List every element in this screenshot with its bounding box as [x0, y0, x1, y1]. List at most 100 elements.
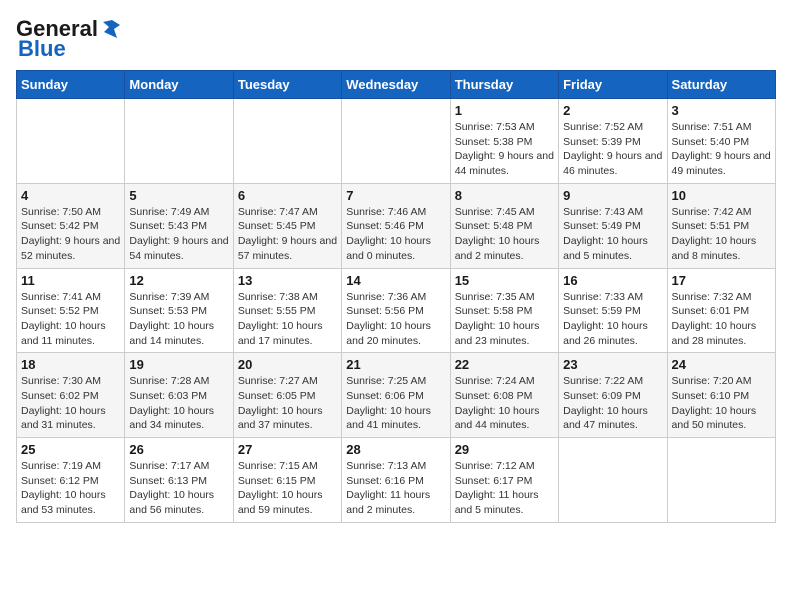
- day-cell: 3Sunrise: 7:51 AM Sunset: 5:40 PM Daylig…: [667, 99, 775, 184]
- day-number: 5: [129, 188, 228, 203]
- day-info: Sunrise: 7:33 AM Sunset: 5:59 PM Dayligh…: [563, 290, 662, 349]
- weekday-friday: Friday: [559, 71, 667, 99]
- day-info: Sunrise: 7:19 AM Sunset: 6:12 PM Dayligh…: [21, 459, 120, 518]
- day-number: 19: [129, 357, 228, 372]
- day-number: 1: [455, 103, 554, 118]
- day-number: 4: [21, 188, 120, 203]
- day-cell: 11 Sunrise: 7:41 AM Sunset: 5:52 PM Dayli…: [17, 268, 125, 353]
- day-cell: 19 Sunrise: 7:28 AM Sunset: 6:03 PM Dayli…: [125, 353, 233, 438]
- day-number: 12: [129, 273, 228, 288]
- day-number: 26: [129, 442, 228, 457]
- day-cell: 29Sunrise: 7:12 AM Sunset: 6:17 PM Dayli…: [450, 438, 558, 523]
- day-cell: 26Sunrise: 7:17 AM Sunset: 6:13 PM Dayli…: [125, 438, 233, 523]
- logo-bird-icon: [100, 18, 122, 40]
- weekday-saturday: Saturday: [667, 71, 775, 99]
- weekday-thursday: Thursday: [450, 71, 558, 99]
- day-cell: 14 Sunrise: 7:36 AM Sunset: 5:56 PM Dayli…: [342, 268, 450, 353]
- day-info: Sunrise: 7:32 AM Sunset: 6:01 PM Dayligh…: [672, 290, 771, 349]
- day-info: Sunrise: 7:15 AM Sunset: 6:15 PM Dayligh…: [238, 459, 337, 518]
- day-cell: 2Sunrise: 7:52 AM Sunset: 5:39 PM Daylig…: [559, 99, 667, 184]
- day-number: 13: [238, 273, 337, 288]
- day-number: 17: [672, 273, 771, 288]
- day-number: 10: [672, 188, 771, 203]
- day-number: 21: [346, 357, 445, 372]
- day-number: 22: [455, 357, 554, 372]
- day-info: Sunrise: 7:47 AM Sunset: 5:45 PM Dayligh…: [238, 205, 337, 264]
- day-cell: 22 Sunrise: 7:24 AM Sunset: 6:08 PM Dayli…: [450, 353, 558, 438]
- day-cell: 27 Sunrise: 7:15 AM Sunset: 6:15 PM Dayli…: [233, 438, 341, 523]
- day-cell: [667, 438, 775, 523]
- calendar-table: SundayMondayTuesdayWednesdayThursdayFrid…: [16, 70, 776, 523]
- day-cell: 15Sunrise: 7:35 AM Sunset: 5:58 PM Dayli…: [450, 268, 558, 353]
- day-info: Sunrise: 7:45 AM Sunset: 5:48 PM Dayligh…: [455, 205, 554, 264]
- day-info: Sunrise: 7:42 AM Sunset: 5:51 PM Dayligh…: [672, 205, 771, 264]
- day-number: 16: [563, 273, 662, 288]
- day-cell: 28 Sunrise: 7:13 AM Sunset: 6:16 PM Dayli…: [342, 438, 450, 523]
- weekday-monday: Monday: [125, 71, 233, 99]
- logo-blue: Blue: [18, 36, 66, 62]
- day-number: 20: [238, 357, 337, 372]
- day-cell: 21 Sunrise: 7:25 AM Sunset: 6:06 PM Dayli…: [342, 353, 450, 438]
- day-info: Sunrise: 7:27 AM Sunset: 6:05 PM Dayligh…: [238, 374, 337, 433]
- week-row-1: 1 Sunrise: 7:53 AM Sunset: 5:38 PM Daylig…: [17, 99, 776, 184]
- day-info: Sunrise: 7:22 AM Sunset: 6:09 PM Dayligh…: [563, 374, 662, 433]
- day-number: 18: [21, 357, 120, 372]
- day-cell: 12 Sunrise: 7:39 AM Sunset: 5:53 PM Dayli…: [125, 268, 233, 353]
- day-cell: [125, 99, 233, 184]
- day-cell: [559, 438, 667, 523]
- day-cell: [342, 99, 450, 184]
- day-number: 14: [346, 273, 445, 288]
- day-info: Sunrise: 7:30 AM Sunset: 6:02 PM Dayligh…: [21, 374, 120, 433]
- weekday-tuesday: Tuesday: [233, 71, 341, 99]
- day-cell: 9Sunrise: 7:43 AM Sunset: 5:49 PM Daylig…: [559, 183, 667, 268]
- week-row-2: 4Sunrise: 7:50 AM Sunset: 5:42 PM Daylig…: [17, 183, 776, 268]
- day-cell: [233, 99, 341, 184]
- week-row-4: 18 Sunrise: 7:30 AM Sunset: 6:02 PM Dayli…: [17, 353, 776, 438]
- day-info: Sunrise: 7:36 AM Sunset: 5:56 PM Dayligh…: [346, 290, 445, 349]
- day-number: 11: [21, 273, 120, 288]
- day-info: Sunrise: 7:24 AM Sunset: 6:08 PM Dayligh…: [455, 374, 554, 433]
- day-cell: 4Sunrise: 7:50 AM Sunset: 5:42 PM Daylig…: [17, 183, 125, 268]
- day-number: 28: [346, 442, 445, 457]
- day-number: 3: [672, 103, 771, 118]
- day-number: 25: [21, 442, 120, 457]
- day-cell: 8 Sunrise: 7:45 AM Sunset: 5:48 PM Daylig…: [450, 183, 558, 268]
- day-number: 9: [563, 188, 662, 203]
- day-number: 8: [455, 188, 554, 203]
- day-cell: 18 Sunrise: 7:30 AM Sunset: 6:02 PM Dayli…: [17, 353, 125, 438]
- day-info: Sunrise: 7:53 AM Sunset: 5:38 PM Dayligh…: [455, 120, 554, 179]
- day-info: Sunrise: 7:49 AM Sunset: 5:43 PM Dayligh…: [129, 205, 228, 264]
- day-info: Sunrise: 7:52 AM Sunset: 5:39 PM Dayligh…: [563, 120, 662, 179]
- day-cell: 5 Sunrise: 7:49 AM Sunset: 5:43 PM Daylig…: [125, 183, 233, 268]
- day-cell: 25 Sunrise: 7:19 AM Sunset: 6:12 PM Dayli…: [17, 438, 125, 523]
- day-info: Sunrise: 7:38 AM Sunset: 5:55 PM Dayligh…: [238, 290, 337, 349]
- weekday-wednesday: Wednesday: [342, 71, 450, 99]
- day-cell: 23 Sunrise: 7:22 AM Sunset: 6:09 PM Dayli…: [559, 353, 667, 438]
- weekday-row: SundayMondayTuesdayWednesdayThursdayFrid…: [17, 71, 776, 99]
- day-number: 27: [238, 442, 337, 457]
- day-info: Sunrise: 7:20 AM Sunset: 6:10 PM Dayligh…: [672, 374, 771, 433]
- day-info: Sunrise: 7:39 AM Sunset: 5:53 PM Dayligh…: [129, 290, 228, 349]
- day-cell: [17, 99, 125, 184]
- day-info: Sunrise: 7:13 AM Sunset: 6:16 PM Dayligh…: [346, 459, 445, 518]
- logo: General Blue: [16, 16, 122, 62]
- day-info: Sunrise: 7:25 AM Sunset: 6:06 PM Dayligh…: [346, 374, 445, 433]
- week-row-3: 11 Sunrise: 7:41 AM Sunset: 5:52 PM Dayli…: [17, 268, 776, 353]
- day-info: Sunrise: 7:28 AM Sunset: 6:03 PM Dayligh…: [129, 374, 228, 433]
- day-cell: 10 Sunrise: 7:42 AM Sunset: 5:51 PM Dayli…: [667, 183, 775, 268]
- day-cell: 7Sunrise: 7:46 AM Sunset: 5:46 PM Daylig…: [342, 183, 450, 268]
- day-cell: 13 Sunrise: 7:38 AM Sunset: 5:55 PM Dayli…: [233, 268, 341, 353]
- day-number: 23: [563, 357, 662, 372]
- day-cell: 17 Sunrise: 7:32 AM Sunset: 6:01 PM Dayli…: [667, 268, 775, 353]
- day-cell: 1 Sunrise: 7:53 AM Sunset: 5:38 PM Daylig…: [450, 99, 558, 184]
- calendar-body: 1 Sunrise: 7:53 AM Sunset: 5:38 PM Daylig…: [17, 99, 776, 523]
- day-cell: 6Sunrise: 7:47 AM Sunset: 5:45 PM Daylig…: [233, 183, 341, 268]
- calendar-header: SundayMondayTuesdayWednesdayThursdayFrid…: [17, 71, 776, 99]
- day-cell: 16 Sunrise: 7:33 AM Sunset: 5:59 PM Dayli…: [559, 268, 667, 353]
- day-number: 15: [455, 273, 554, 288]
- week-row-5: 25 Sunrise: 7:19 AM Sunset: 6:12 PM Dayli…: [17, 438, 776, 523]
- day-cell: 20 Sunrise: 7:27 AM Sunset: 6:05 PM Dayli…: [233, 353, 341, 438]
- day-number: 29: [455, 442, 554, 457]
- day-number: 7: [346, 188, 445, 203]
- day-info: Sunrise: 7:41 AM Sunset: 5:52 PM Dayligh…: [21, 290, 120, 349]
